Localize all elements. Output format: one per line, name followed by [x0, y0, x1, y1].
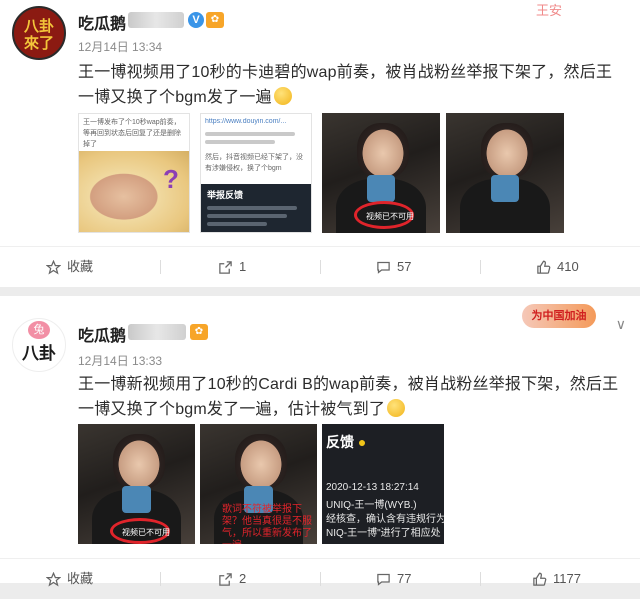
person-head: [357, 122, 410, 178]
author-name[interactable]: 吃瓜鹅: [78, 322, 126, 346]
repost-button[interactable]: 1: [218, 247, 246, 287]
feedback-line-1: 经核查，确认含有违规行为: [326, 514, 444, 525]
like-count: 1177: [553, 571, 581, 586]
dot-icon: ●: [357, 434, 367, 450]
post-text-body: 王一博新视频用了10秒的Cardi B的wap前奏，被肖战粉丝举报下架，然后王一…: [78, 376, 619, 418]
person-head: [113, 433, 165, 489]
red-overlay-text: 歌词不符被举报下架？他当真很是不服气，所以重新发布了一遍: [222, 504, 312, 544]
divider: [320, 260, 321, 274]
post-image-2[interactable]: 歌词不符被举报下架？他当真很是不服气，所以重新发布了一遍: [200, 424, 317, 544]
post-text-body: 王一博视频用了10秒的卡迪碧的wap前奏，被肖战粉丝举报下架了，然后王一博又换了…: [78, 64, 613, 106]
comment-icon: [377, 261, 390, 274]
post-time[interactable]: 12月14日 13:34: [78, 38, 162, 55]
repost-count: 1: [239, 259, 247, 274]
weibo-post-2: 兔 八卦 吃瓜鹅 ✿ 为中国加油 ∨ 12月14日 13:33 王一博新视频用了…: [0, 296, 640, 587]
fan-badge-icon: ✿: [190, 324, 208, 340]
avatar[interactable]: 兔 八卦: [12, 318, 66, 372]
share-icon: [219, 573, 232, 586]
post-text: 王一博视频用了10秒的卡迪碧的wap前奏，被肖战粉丝举报下架了，然后王一博又换了…: [78, 60, 628, 110]
promo-badge[interactable]: 为中国加油: [522, 304, 596, 328]
phone: [366, 175, 396, 202]
doc-caption: 王一博发布了个10秒wap前奏，等再回到状态后回复了还是删除掉了: [83, 119, 181, 148]
action-bar: 收藏 2 77 1177: [0, 558, 640, 598]
phone: [490, 175, 520, 202]
share-icon: [219, 261, 232, 274]
action-bar: 收藏 1 57 410: [0, 246, 640, 286]
favorite-label: 收藏: [67, 571, 94, 586]
doc-url: https://www.douyin.com/...: [205, 118, 287, 125]
question-mark-icon: ?: [163, 164, 179, 194]
post-time[interactable]: 12月14日 13:33: [78, 352, 162, 369]
doc-note: 然后，抖音视频已经下架了，没有涉嫌侵权，换了个bgm: [205, 154, 303, 172]
feedback-title-text: 反馈: [326, 434, 354, 450]
doc-line: [207, 214, 287, 218]
blurred-name-part: [128, 12, 184, 28]
phone: [122, 486, 151, 513]
divider: [480, 260, 481, 274]
divider: [480, 572, 481, 586]
avatar-text: 八卦: [22, 344, 56, 364]
post-image-3[interactable]: 视频已不可用: [322, 113, 440, 233]
comment-count: 77: [397, 571, 412, 586]
favorite-button[interactable]: 收藏: [46, 247, 93, 287]
author-name[interactable]: 吃瓜鹅: [78, 10, 126, 34]
person-head: [235, 433, 287, 489]
weibo-post-1: 王安 八卦 來了 吃瓜鹅 V ✿ 12月14日 13:34 王一博视频用了10秒…: [0, 0, 640, 287]
top-decoration: 王安: [536, 3, 563, 18]
avatar[interactable]: 八卦 來了: [12, 6, 66, 60]
favorite-label: 收藏: [67, 259, 94, 274]
feedback-title: 反馈 ●: [326, 432, 366, 452]
star-icon: [46, 260, 61, 275]
repost-button[interactable]: 2: [218, 559, 246, 599]
doc-line: [205, 132, 295, 136]
fan-badge-icon: ✿: [206, 12, 224, 28]
doc-line: [205, 140, 275, 144]
thumbs-up-icon: [537, 260, 551, 274]
post-text: 王一博新视频用了10秒的Cardi B的wap前奏，被肖战粉丝举报下架，然后王一…: [78, 372, 628, 422]
divider: [160, 260, 161, 274]
chevron-down-icon[interactable]: ∨: [616, 316, 626, 333]
feedback-time: 2020-12-13 18:27:14: [326, 482, 419, 493]
avatar-top-label: 兔: [28, 321, 50, 339]
post-image-3[interactable]: 反馈 ● 2020-12-13 18:27:14 UNIQ-王一博(WYB.) …: [322, 424, 444, 544]
comment-button[interactable]: 57: [376, 247, 411, 287]
repost-count: 2: [239, 571, 247, 586]
verified-icon: V: [188, 12, 204, 28]
like-count: 410: [557, 259, 579, 274]
feedback-user: UNIQ-王一博(WYB.): [326, 500, 417, 511]
like-button[interactable]: 410: [536, 247, 579, 287]
comment-icon: [377, 573, 390, 586]
report-card: 举报反馈: [201, 184, 311, 232]
ring-label: 视频已不可用: [366, 212, 414, 221]
report-card-title: 举报反馈: [207, 190, 244, 200]
feedback-line-2: NIQ-王一博"进行了相应处: [326, 528, 441, 539]
star-icon: [46, 572, 61, 587]
doc-line: [207, 222, 267, 226]
divider: [160, 572, 161, 586]
comment-button[interactable]: 77: [376, 559, 411, 599]
favorite-button[interactable]: 收藏: [46, 559, 93, 599]
comment-count: 57: [397, 259, 412, 274]
post-image-1[interactable]: 王一博发布了个10秒wap前奏，等再回到状态后回复了还是删除掉了 ?: [78, 113, 190, 233]
laugh-emoji-icon: [387, 399, 406, 417]
blurred-name-part: [128, 324, 186, 340]
ring-label: 视频已不可用: [122, 528, 170, 537]
divider: [320, 572, 321, 586]
laugh-emoji-icon: [273, 87, 292, 105]
avatar-text: 八卦 來了: [23, 17, 54, 52]
post-image-1[interactable]: 视频已不可用: [78, 424, 195, 544]
post-image-2[interactable]: https://www.douyin.com/... 然后，抖音视频已经下架了，…: [200, 113, 312, 233]
thumbs-up-icon: [533, 572, 547, 586]
like-button[interactable]: 1177: [532, 559, 581, 599]
person-head: [481, 122, 534, 178]
doc-line: [207, 206, 297, 210]
post-image-4[interactable]: [446, 113, 564, 233]
